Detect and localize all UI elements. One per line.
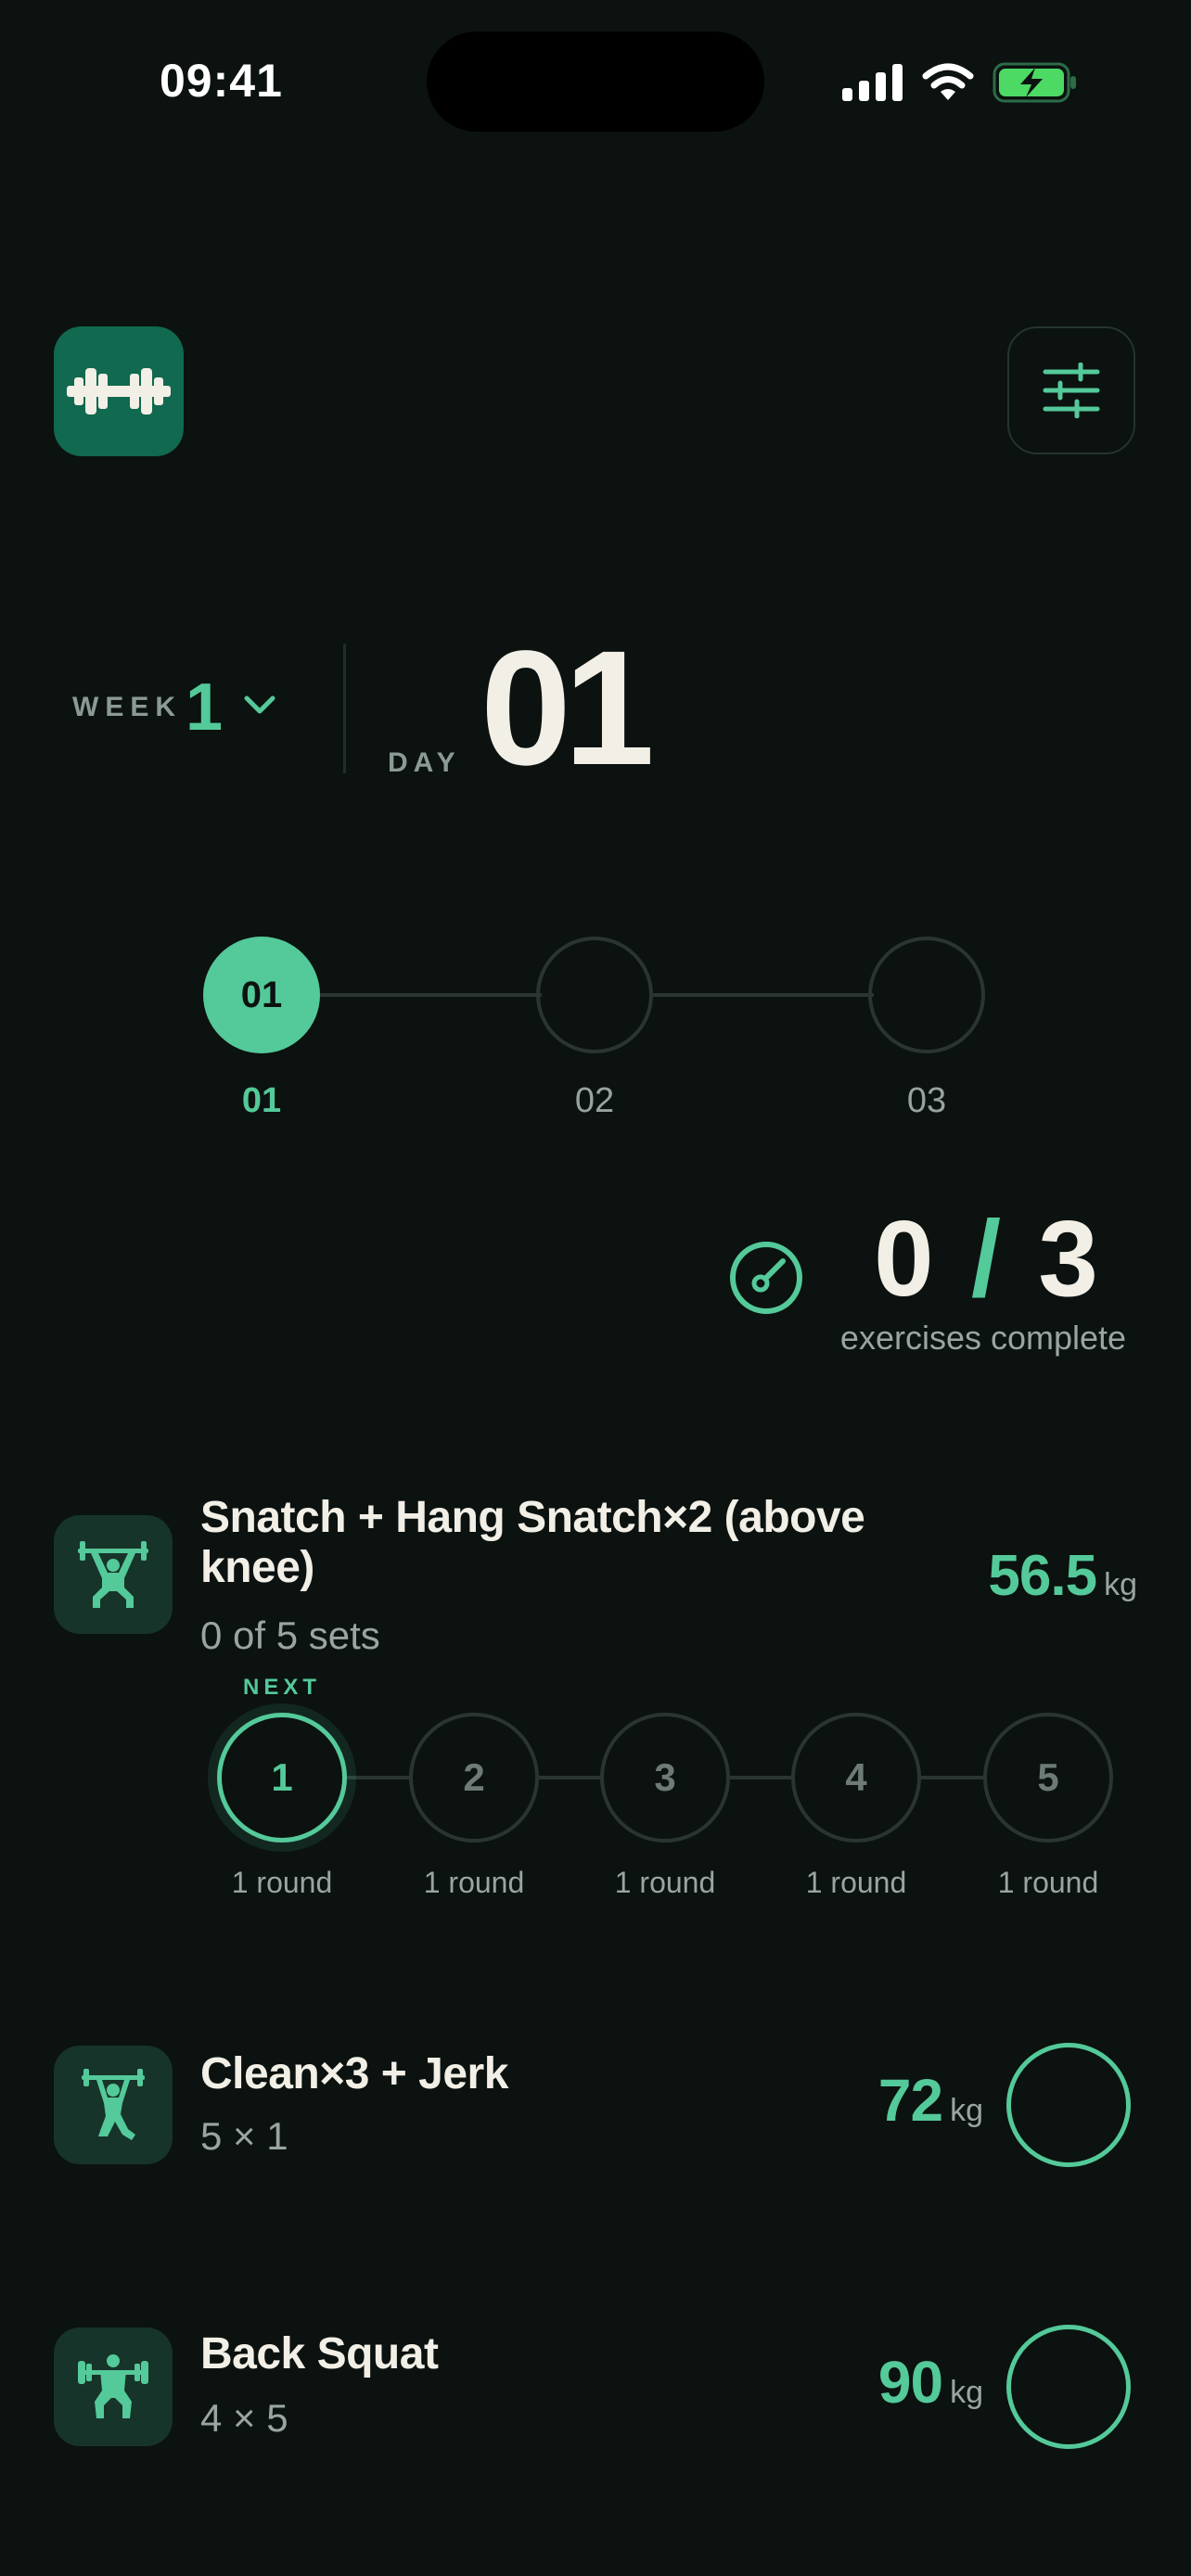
jerk-lifter-icon	[82, 2069, 145, 2140]
exercise-icon-tile	[54, 2327, 173, 2446]
snatch-lifter-icon	[78, 1541, 148, 1608]
exercise-subtitle: 0 of 5 sets	[200, 1613, 380, 1657]
day-step-1[interactable]: 01	[203, 937, 320, 1053]
set-circle[interactable]: 1	[217, 1713, 347, 1843]
day-label: DAY	[388, 747, 461, 778]
battery-charging-icon	[992, 62, 1076, 103]
set-circle[interactable]: 3	[600, 1713, 730, 1843]
set-label: 1 round	[805, 1866, 907, 1899]
wifi-icon	[922, 63, 974, 100]
exercise-title-line: Snatch + Hang Snatch×2 (above	[200, 1493, 865, 1542]
status-time: 09:41	[160, 55, 283, 107]
progress-slash: /	[970, 1198, 1005, 1319]
exercise-weight: 72 kg	[788, 2066, 983, 2135]
exercise-weight: 90 kg	[788, 2348, 983, 2417]
day-number: 01	[480, 618, 655, 799]
exercise-subtitle: 4 × 5	[200, 2396, 288, 2440]
weight-value: 56.5	[988, 1544, 1097, 1608]
set-label: 1 round	[423, 1866, 525, 1899]
exercise-complete-toggle[interactable]	[1006, 2043, 1131, 2167]
day-step-2[interactable]	[536, 937, 653, 1053]
sliders-icon	[1043, 363, 1100, 418]
weight-unit: kg	[1104, 1567, 1137, 1602]
set-connector	[538, 1776, 603, 1779]
week-selector[interactable]: 1	[186, 670, 223, 746]
weight-value: 72	[877, 2067, 943, 2134]
divider	[343, 644, 346, 773]
set-circle[interactable]: 4	[791, 1713, 921, 1843]
exercise-complete-toggle[interactable]	[1006, 2325, 1131, 2449]
set-connector	[920, 1776, 985, 1779]
next-set-label: NEXT	[242, 1675, 321, 1700]
set-label: 1 round	[997, 1866, 1099, 1899]
squat-lifter-icon	[78, 2354, 148, 2418]
barbell-icon	[67, 368, 171, 414]
day-step-label: 03	[906, 1081, 947, 1120]
cellular-signal-icon	[842, 64, 903, 101]
day-step-label: 02	[574, 1081, 615, 1120]
set-connector	[729, 1776, 794, 1779]
exercise-title-line: knee)	[200, 1543, 314, 1592]
day-connector	[651, 993, 874, 997]
exercise-icon-tile	[54, 2046, 173, 2164]
day-connector	[319, 993, 542, 997]
set-circle[interactable]: 2	[409, 1713, 539, 1843]
weight-unit: kg	[950, 2375, 983, 2410]
exercise-subtitle: 5 × 1	[200, 2114, 288, 2158]
status-icons	[842, 59, 1078, 106]
set-circle[interactable]: 5	[983, 1713, 1113, 1843]
exercise-weight: 56.5 kg	[928, 1543, 1137, 1609]
settings-button[interactable]	[1007, 326, 1135, 454]
weight-value: 90	[877, 2349, 943, 2416]
app-logo[interactable]	[54, 326, 184, 456]
exercise-icon-tile	[54, 1515, 173, 1634]
progress-caption: exercises complete	[839, 1319, 1127, 1357]
weight-unit: kg	[950, 2093, 983, 2128]
gauge-icon	[727, 1239, 805, 1321]
progress-done: 0	[874, 1198, 938, 1319]
day-step-3[interactable]	[868, 937, 985, 1053]
set-connector	[347, 1776, 412, 1779]
exercise-title[interactable]: Back Squat	[200, 2329, 439, 2379]
week-label: WEEK	[72, 692, 182, 722]
exercise-title[interactable]: Clean×3 + Jerk	[200, 2049, 508, 2099]
progress-count: 0 / 3	[835, 1196, 1141, 1320]
chevron-down-icon[interactable]	[243, 694, 276, 721]
dynamic-island	[427, 32, 764, 132]
set-label: 1 round	[614, 1866, 716, 1899]
exercise-title[interactable]: Snatch + Hang Snatch×2 (above knee)	[200, 1493, 865, 1593]
day-step-label: 01	[241, 1081, 282, 1120]
set-label: 1 round	[231, 1866, 333, 1899]
progress-total: 3	[1038, 1198, 1102, 1319]
